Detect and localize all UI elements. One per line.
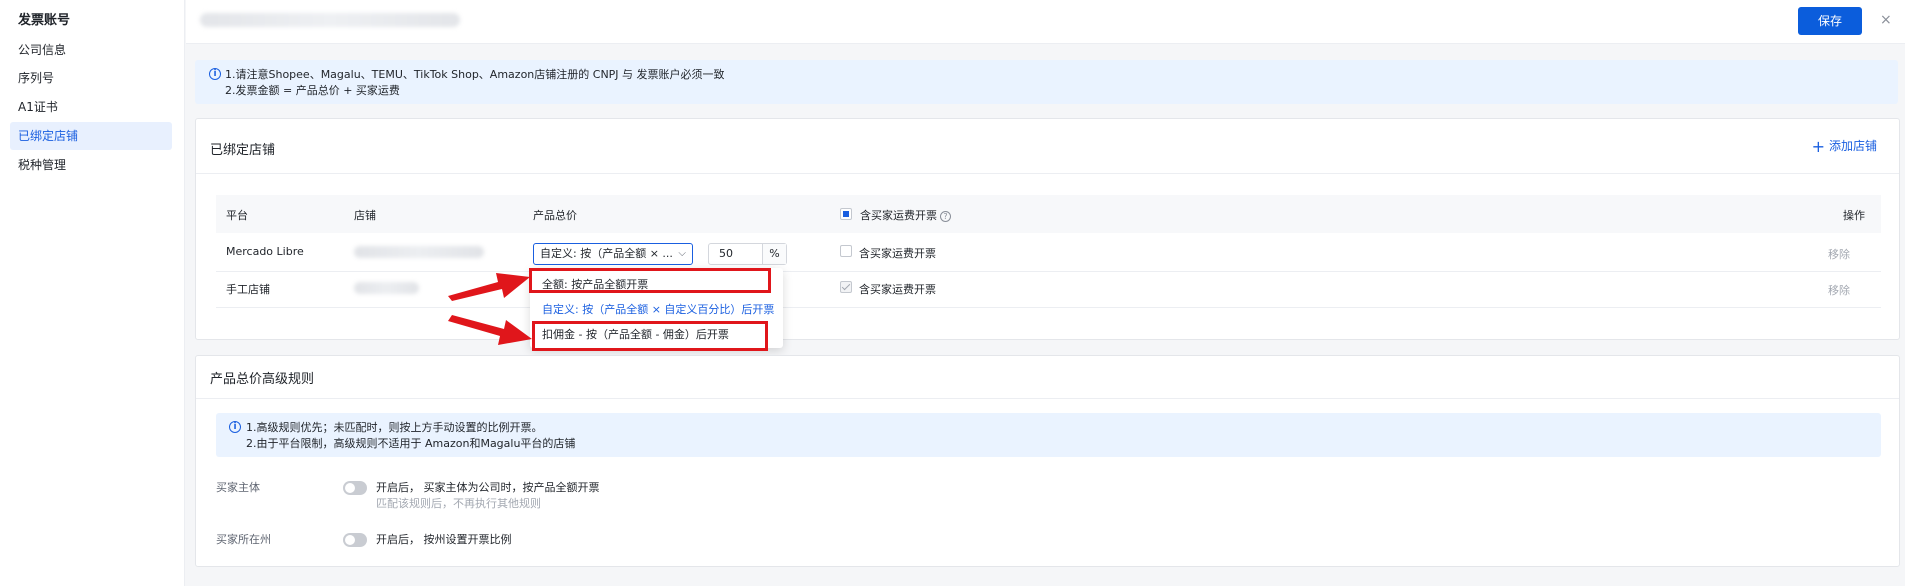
sidebar-item-serial-number[interactable]: 序列号 bbox=[10, 64, 172, 92]
total-price-select-value: 自定义: 按（产品全额 × ... bbox=[540, 247, 673, 260]
sidebar-title: 发票账号 bbox=[18, 13, 71, 28]
annotation-arrow-1 bbox=[448, 273, 530, 301]
plus-icon: + bbox=[1811, 137, 1825, 156]
annotation-arrow-2 bbox=[448, 315, 532, 345]
total-price-select[interactable]: 自定义: 按（产品全额 × ... ⌵ bbox=[533, 243, 693, 265]
row-divider bbox=[216, 307, 1881, 308]
col-total: 产品总价 bbox=[533, 209, 577, 222]
advanced-notice-banner: i 1.高级规则优先；未匹配时，则按上方手动设置的比例开票。 2.由于平台限制，… bbox=[216, 413, 1881, 457]
advanced-notice-line-1: 1.高级规则优先；未匹配时，则按上方手动设置的比例开票。 bbox=[246, 421, 543, 434]
header-shipping-checkbox[interactable] bbox=[840, 208, 852, 220]
row1-shipping-checkbox[interactable] bbox=[840, 245, 852, 257]
col-shipping-label: 含买家运费开票 bbox=[860, 209, 937, 222]
row2-platform: 手工店铺 bbox=[226, 283, 270, 296]
percent-input[interactable]: 50 % bbox=[708, 243, 787, 265]
rule-buyer-entity-label: 买家主体 bbox=[216, 481, 260, 494]
row1-platform: Mercado Libre bbox=[226, 245, 304, 258]
rule-buyer-state-toggle[interactable] bbox=[343, 533, 367, 547]
add-shop-label: 添加店铺 bbox=[1828, 139, 1877, 153]
sidebar-item-bound-shops[interactable]: 已绑定店铺 bbox=[10, 122, 172, 150]
option-custom-percent[interactable]: 自定义: 按（产品全额 × 自定义百分比）后开票 bbox=[542, 301, 774, 317]
sidebar-item-tax-management[interactable]: 税种管理 bbox=[10, 151, 172, 179]
blurred-account-name bbox=[200, 13, 460, 27]
bound-shops-title: 已绑定店铺 bbox=[210, 143, 276, 158]
card-divider bbox=[196, 173, 1899, 174]
notice-banner: i 1.请注意Shopee、Magalu、TEMU、TikTok Shop、Am… bbox=[195, 60, 1898, 104]
notice-line-1: 1.请注意Shopee、Magalu、TEMU、TikTok Shop、Amaz… bbox=[225, 68, 725, 81]
card-divider bbox=[196, 398, 1899, 399]
notice-line-2: 2.发票金额 = 产品总价 + 买家运费 bbox=[225, 84, 400, 97]
row2-shipping-checkbox[interactable] bbox=[840, 281, 852, 293]
percent-value: 50 bbox=[719, 247, 733, 260]
col-shipping: 含买家运费开票? bbox=[860, 207, 951, 223]
chevron-down-icon: ⌵ bbox=[678, 248, 686, 259]
rule-buyer-entity-desc: 开启后， 买家主体为公司时，按产品全额开票 bbox=[376, 481, 600, 494]
advanced-notice-line-2: 2.由于平台限制，高级规则不适用于 Amazon和Magalu平台的店铺 bbox=[246, 437, 576, 450]
sidebar: 发票账号 公司信息 序列号 A1证书 已绑定店铺 税种管理 bbox=[0, 0, 185, 586]
help-icon[interactable]: ? bbox=[940, 211, 951, 222]
col-platform: 平台 bbox=[226, 209, 248, 222]
table-header: 平台 店铺 产品总价 含买家运费开票? 操作 bbox=[216, 195, 1881, 233]
row1-shipping-label: 含买家运费开票 bbox=[859, 247, 936, 260]
row2-shop-blurred bbox=[354, 282, 419, 294]
row1-remove-link[interactable]: 移除 bbox=[1828, 246, 1850, 262]
rule-buyer-entity-subdesc: 匹配该规则后，不再执行其他规则 bbox=[376, 497, 541, 510]
percent-unit: % bbox=[762, 244, 786, 264]
advanced-rules-title: 产品总价高级规则 bbox=[210, 372, 315, 387]
info-icon: i bbox=[229, 421, 241, 433]
rule-buyer-state-label: 买家所在州 bbox=[216, 533, 271, 546]
close-icon[interactable]: × bbox=[1880, 12, 1892, 28]
rule-buyer-entity-toggle[interactable] bbox=[343, 481, 367, 495]
sidebar-item-company-info[interactable]: 公司信息 bbox=[10, 36, 172, 64]
advanced-rules-card: 产品总价高级规则 i 1.高级规则优先；未匹配时，则按上方手动设置的比例开票。 … bbox=[195, 355, 1900, 567]
sidebar-item-a1-certificate[interactable]: A1证书 bbox=[10, 93, 172, 121]
save-button[interactable]: 保存 bbox=[1798, 7, 1862, 35]
bound-shops-card: 已绑定店铺 + 添加店铺 平台 店铺 产品总价 含买家运费开票? 操作 Merca… bbox=[195, 118, 1900, 340]
highlight-box-deduct-commission bbox=[532, 321, 768, 351]
highlight-box-full-amount bbox=[529, 268, 771, 293]
col-action: 操作 bbox=[1843, 209, 1865, 222]
add-shop-button[interactable]: + 添加店铺 bbox=[1812, 137, 1877, 156]
row2-remove-link[interactable]: 移除 bbox=[1828, 282, 1850, 298]
info-icon: i bbox=[209, 68, 221, 80]
rule-buyer-state-desc: 开启后， 按州设置开票比例 bbox=[376, 533, 512, 546]
col-shop: 店铺 bbox=[354, 209, 376, 222]
row2-shipping-label: 含买家运费开票 bbox=[859, 283, 936, 296]
row1-shop-blurred bbox=[354, 246, 484, 258]
